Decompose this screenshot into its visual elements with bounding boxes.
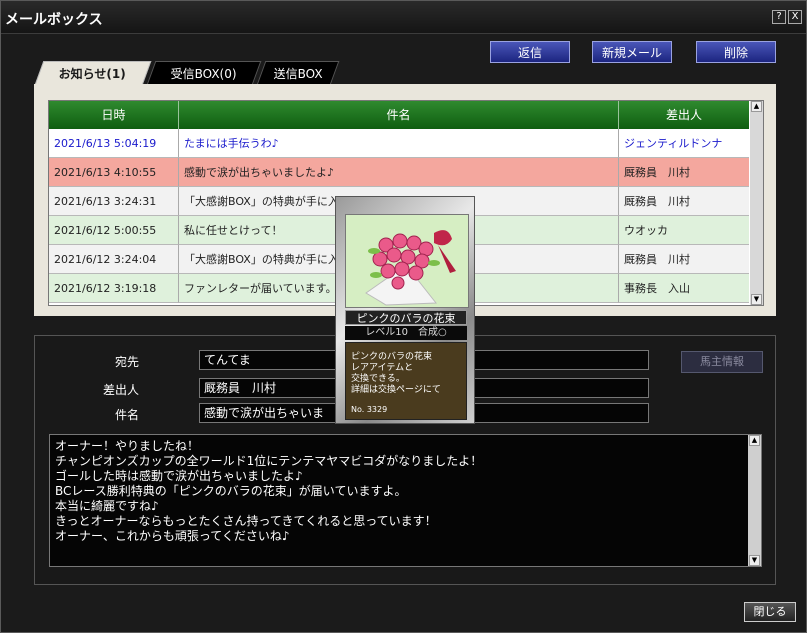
- cell-date: 2021/6/12 5:00:55: [49, 216, 179, 245]
- scroll-down-icon[interactable]: ▼: [751, 294, 762, 305]
- tab-inbox-label: 受信BOX(0): [170, 67, 237, 81]
- reply-button[interactable]: 返信: [490, 41, 570, 63]
- item-number: No. 3329: [351, 405, 388, 414]
- cell-date: 2021/6/13 4:10:55: [49, 158, 179, 187]
- tab-sent-label: 送信BOX: [273, 67, 323, 81]
- table-header: 日時 件名 差出人: [49, 101, 749, 129]
- title-bar: メールボックス ? X: [1, 1, 806, 34]
- help-icon[interactable]: ?: [772, 10, 786, 24]
- cell-date: 2021/6/12 3:19:18: [49, 274, 179, 303]
- cell-sender: 厩務員 川村: [619, 158, 749, 187]
- scroll-up-icon[interactable]: ▲: [751, 101, 762, 112]
- column-header-date: 日時: [49, 101, 179, 129]
- tab-notices-label: お知らせ(1): [59, 67, 127, 81]
- table-row[interactable]: 2021/6/13 4:10:55 感動で涙が出ちゃいましたよ♪ 厩務員 川村: [49, 158, 749, 187]
- item-name: ピンクのバラの花束: [345, 310, 467, 325]
- message-body: オーナー！やりましたね！ チャンピオンズカップの全ワールド1位にテンテマヤマビコダ…: [49, 434, 762, 567]
- message-line: オーナー、これからも頑張ってくださいね♪: [55, 529, 290, 543]
- window-title: メールボックス: [5, 12, 103, 28]
- subject-label: 件名: [115, 408, 140, 422]
- cell-sender: 事務長 入山: [619, 274, 749, 303]
- cell-sender: ジェンティルドンナ: [619, 129, 749, 158]
- mailbox-window: メールボックス ? X 返信 新規メール 削除 お知らせ(1) 受信BOX(0)…: [0, 0, 807, 633]
- close-icon[interactable]: X: [788, 10, 802, 24]
- message-scrollbar[interactable]: ▲ ▼: [748, 435, 761, 566]
- scroll-down-icon[interactable]: ▼: [749, 555, 760, 566]
- cell-date: 2021/6/12 3:24:04: [49, 245, 179, 274]
- tab-sent[interactable]: 送信BOX: [256, 61, 340, 85]
- item-description-line: 詳細は交換ページにて: [351, 385, 441, 395]
- column-header-subject: 件名: [179, 101, 619, 129]
- close-button[interactable]: 閉じる: [744, 602, 796, 622]
- new-mail-button[interactable]: 新規メール: [592, 41, 672, 63]
- from-label: 差出人: [103, 383, 140, 397]
- delete-button[interactable]: 削除: [696, 41, 776, 63]
- mail-list-scrollbar[interactable]: ▲ ▼: [750, 101, 763, 305]
- rose-bouquet-image: [345, 214, 469, 308]
- tab-notices[interactable]: お知らせ(1): [34, 61, 152, 85]
- cell-subject: たまには手伝うわ♪: [179, 129, 619, 158]
- cell-date: 2021/6/13 5:04:19: [49, 129, 179, 158]
- owner-info-button[interactable]: 馬主情報: [681, 351, 763, 373]
- scroll-up-icon[interactable]: ▲: [749, 435, 760, 446]
- cell-sender: 厩務員 川村: [619, 187, 749, 216]
- table-row[interactable]: 2021/6/13 5:04:19 たまには手伝うわ♪ ジェンティルドンナ: [49, 129, 749, 158]
- column-header-sender: 差出人: [665, 108, 702, 122]
- cell-sender: 厩務員 川村: [619, 245, 749, 274]
- to-label: 宛先: [115, 355, 140, 369]
- item-tooltip: ピンクのバラの花束 レベル10 合成○ ピンクのバラの花束 レアアイテムと 交換…: [335, 196, 475, 424]
- cell-sender: ウオッカ: [619, 216, 749, 245]
- tab-inbox[interactable]: 受信BOX(0): [146, 61, 262, 85]
- cell-subject: 感動で涙が出ちゃいましたよ♪: [179, 158, 619, 187]
- cell-date: 2021/6/13 3:24:31: [49, 187, 179, 216]
- item-level: レベル10 合成○: [345, 326, 467, 340]
- item-description: ピンクのバラの花束 レアアイテムと 交換できる。 詳細は交換ページにて No. …: [345, 342, 467, 420]
